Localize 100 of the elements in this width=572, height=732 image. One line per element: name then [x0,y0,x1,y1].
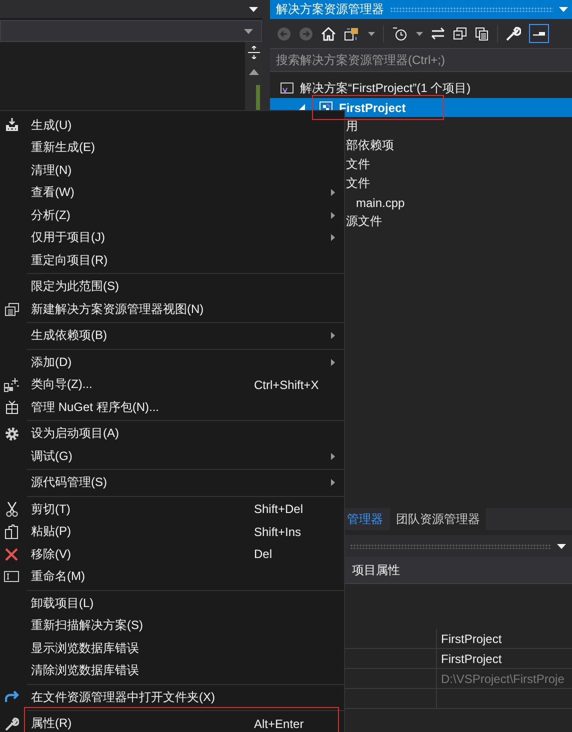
menu-item[interactable]: 重定向项目(R) [0,249,344,272]
preview-toggle-icon[interactable] [529,24,549,43]
wizard-icon [4,378,19,392]
sync-icon[interactable] [344,26,360,40]
caret-icon[interactable] [416,32,423,36]
menu-item[interactable]: 仅用于项目(J) [0,226,344,249]
menu-label: 源代码管理(S) [31,474,107,492]
menu-label: 清除浏览数据库错误 [31,662,139,680]
menu-item[interactable]: 重命名(M) [0,566,344,588]
gear-icon [4,426,18,441]
switch-arrows-icon[interactable] [431,27,445,40]
menu-label: 分析(Z) [31,206,70,224]
menu-item[interactable]: 移除(V) Del [0,543,344,566]
menu-label: 在文件资源管理器中打开文件夹(X) [31,688,215,706]
dropdown-icon[interactable] [249,6,258,12]
menu-item[interactable]: 清除浏览数据库错误 [0,660,344,682]
wrench-icon [4,716,18,731]
tree-label: 文件 [346,156,370,173]
menu-label: 属性(R) [31,715,72,732]
menu-label: 新建解决方案资源管理器视图(N) [31,300,204,318]
copy-icon[interactable] [475,26,489,40]
menu-item[interactable]: 分析(Z) [0,204,344,226]
menu-item[interactable]: 显示浏览数据库错误 [0,637,344,660]
wrench-icon[interactable] [506,26,521,41]
menu-label: 类向导(Z)... [31,376,92,394]
shortcut-text: Alt+Enter [254,716,304,731]
property-value: FirstProject [437,629,572,649]
tree-item[interactable]: FirstProject [270,98,572,117]
menu-label: 设为启动项目(A) [31,425,119,442]
menu-item[interactable]: 重新扫描解决方案(S) [0,614,344,637]
build-icon [4,118,18,132]
history-icon[interactable] [392,26,408,40]
menu-label: 粘贴(P) [31,523,71,540]
menu-label: 管理 NuGet 程序包(N)... [31,398,160,416]
tree-label: main.cpp [356,196,405,210]
window-stack-icon [4,302,18,316]
menu-item[interactable]: 查看(W) [0,182,344,204]
menu-label: 限定为此范围(S) [31,278,119,296]
menu-label: 显示浏览数据库错误 [31,640,139,657]
menu-label: 剪切(T) [31,500,70,518]
menu-item[interactable]: 生成(U) [0,114,344,136]
menu-label: 重新扫描解决方案(S) [31,617,143,634]
tree-label: 部依赖项 [346,137,394,154]
tree-label: 解决方案“FirstProject”(1 个项目) [300,80,471,97]
shortcut-text: Del [254,547,272,562]
menu-item[interactable]: 添加(D) [0,351,344,374]
tree-label: 用 [346,118,358,135]
package-icon [6,400,18,414]
menu-item[interactable]: 在文件资源管理器中打开文件夹(X) [0,686,344,708]
search-field[interactable]: 搜索解决方案资源管理器(Ctrl+;) [270,48,572,72]
menu-item[interactable]: 限定为此范围(S) [0,276,344,298]
menu-item[interactable]: 调试(G) [0,445,344,468]
menu-label: 重定向项目(R) [31,252,108,269]
menu-item[interactable]: 新建解决方案资源管理器视图(N) [0,298,344,320]
menu-label: 重命名(M) [31,568,85,586]
menu-item[interactable]: 设为启动项目(A) [0,422,344,445]
menu-label: 移除(V) [31,546,71,563]
dropdown-icon[interactable] [557,544,566,548]
caret-icon[interactable] [368,32,375,36]
solution-icon [280,82,294,96]
property-value: D:\VSProject\FirstProje [437,669,572,689]
menu-item[interactable]: 剪切(T) Shift+Del [0,498,344,520]
property-value: FirstProject [437,649,572,669]
menu-label: 清理(N) [31,162,72,179]
shortcut-text: Shift+Ins [254,524,302,539]
scroll-up-icon[interactable] [248,69,258,75]
menu-item[interactable]: 重新生成(E) [0,136,344,159]
tree-item[interactable]: 解决方案“FirstProject”(1 个项目) [270,79,572,98]
menu-label: 调试(G) [31,448,72,465]
menu-label: 查看(W) [31,184,74,202]
collapse-icon[interactable] [453,27,467,40]
menu-label: 仅用于项目(J) [31,229,105,246]
menu-item[interactable]: 属性(R) Alt+Enter [0,712,344,732]
panel-tab[interactable]: 团队资源管理器 [390,508,486,530]
shortcut-text: Shift+Del [254,502,304,516]
menu-item[interactable]: 管理 NuGet 程序包(N)... [0,396,344,418]
menu-item[interactable]: 卸载项目(L) [0,592,344,614]
clipboard-icon [5,524,18,540]
menu-item[interactable]: 粘贴(P) Shift+Ins [0,520,344,543]
tree-label: FirstProject [339,100,406,114]
menu-label: 卸载项目(L) [31,594,94,612]
menu-item[interactable]: 类向导(Z)... Ctrl+Shift+X [0,374,344,396]
panel-title: 解决方案资源管理器 [276,1,384,18]
tree-label: 源文件 [346,213,382,230]
rename-icon [4,571,19,582]
redo-arrow-icon [4,691,18,704]
menu-label: 生成(U) [31,116,72,134]
shortcut-text: Ctrl+Shift+X [254,378,319,392]
menu-item[interactable]: 清理(N) [0,159,344,182]
close-icon [5,548,18,561]
menu-item[interactable]: 源代码管理(S) [0,472,344,494]
tree-label: 文件 [346,175,370,192]
menu-label: 生成依赖项(B) [31,327,107,344]
split-icon[interactable] [248,46,260,59]
home-icon[interactable] [321,26,336,40]
properties-title: 项目属性 [352,562,400,578]
menu-label: 添加(D) [31,354,72,371]
scissors-icon [6,502,18,517]
menu-item[interactable]: 生成依赖项(B) [0,324,344,347]
menu-label: 重新生成(E) [31,139,95,156]
